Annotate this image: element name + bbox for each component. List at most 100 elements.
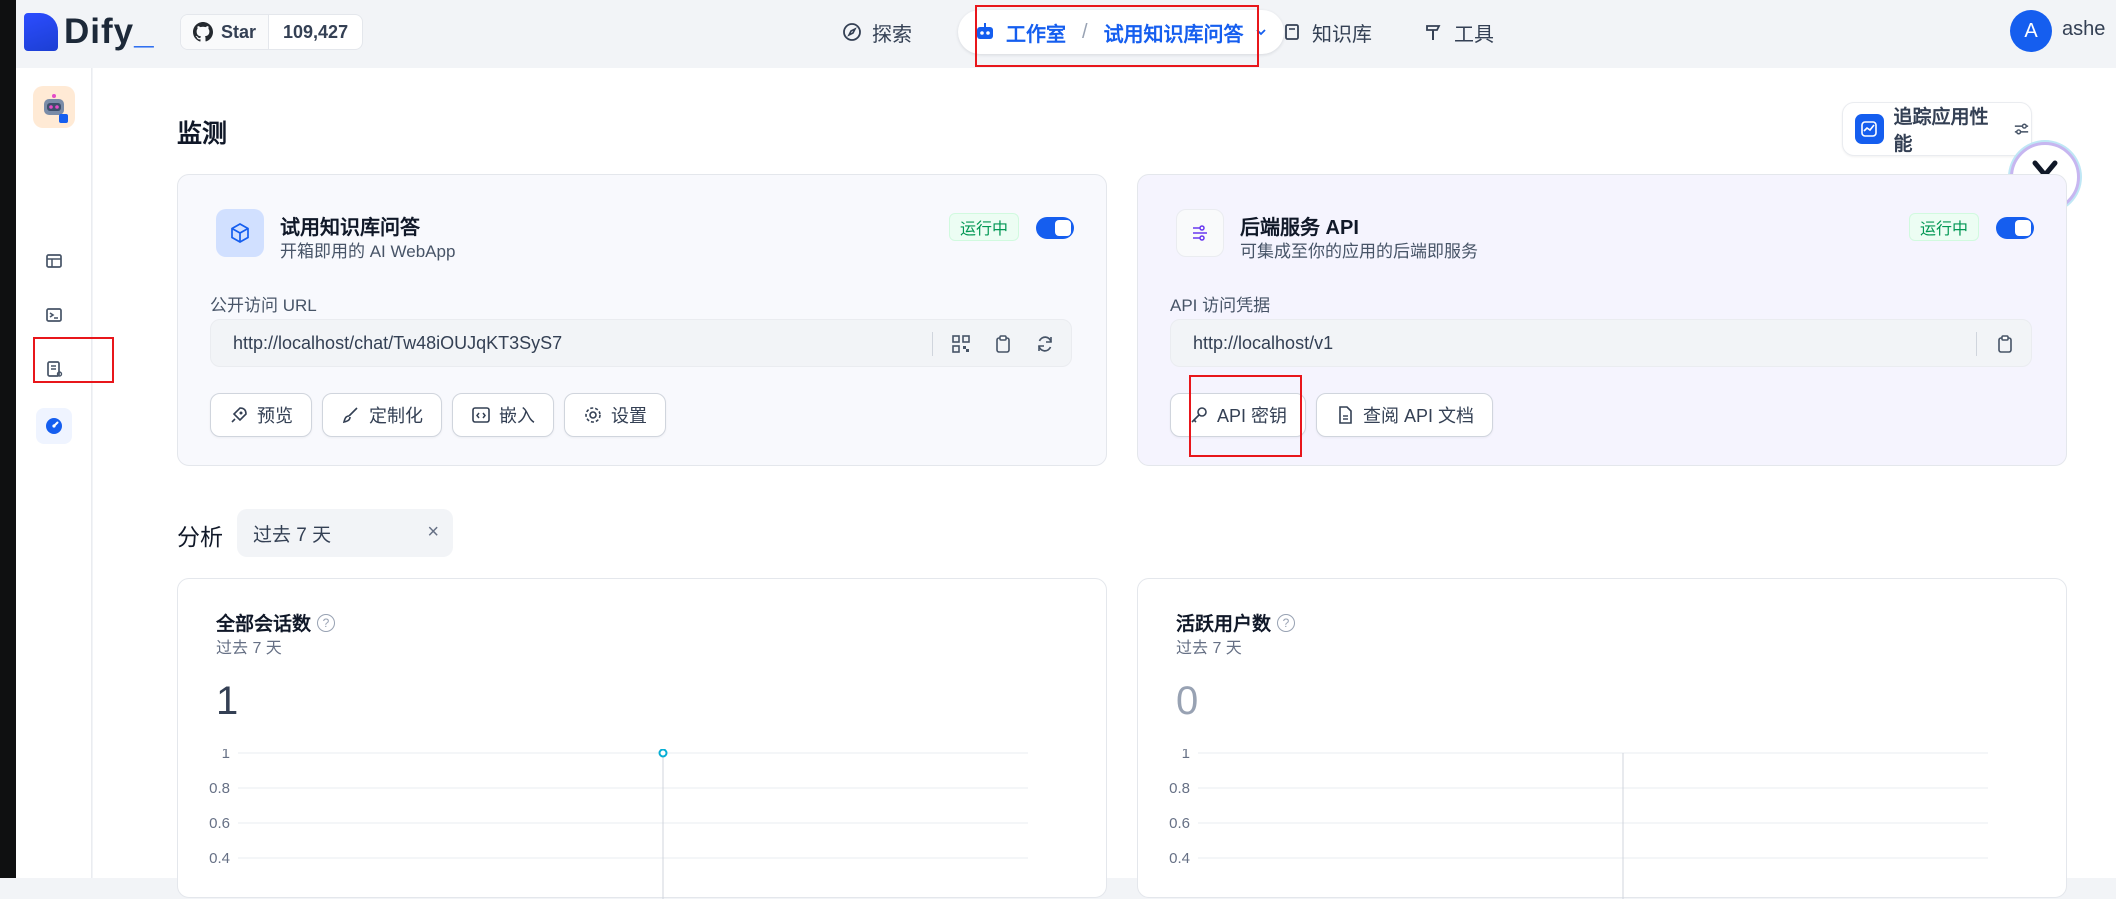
- copy-icon[interactable]: [991, 332, 1015, 356]
- rocket-icon: [231, 407, 247, 423]
- annotation-box-studio: [975, 5, 1259, 67]
- data-point[interactable]: [658, 749, 668, 758]
- logo-underscore: _: [134, 12, 155, 51]
- settings-button[interactable]: 设置: [564, 393, 666, 437]
- brush-icon: [342, 407, 358, 424]
- chart-title: 活跃用户数: [1176, 614, 1272, 635]
- refresh-icon[interactable]: [1033, 332, 1057, 356]
- trace-icon: [1855, 114, 1884, 144]
- chart-total: 0: [1176, 679, 1199, 723]
- github-star-label: Star: [221, 21, 257, 42]
- sidebar-item-api[interactable]: [36, 297, 72, 333]
- analysis-title: 分析: [177, 524, 223, 550]
- api-docs-label: 查阅 API 文档: [1363, 406, 1475, 426]
- dify-logo-mark: [24, 13, 58, 51]
- nav-tools-label: 工具: [1454, 23, 1494, 46]
- gear-icon: [585, 407, 601, 423]
- y-tick-label: 0.8: [1169, 780, 1190, 797]
- api-title: 后端服务 API: [1240, 217, 1359, 239]
- chart-subtitle: 过去 7 天: [216, 640, 282, 657]
- sidebar-item-monitor[interactable]: [36, 408, 72, 444]
- clear-icon[interactable]: ×: [427, 521, 439, 544]
- y-tick-label: 0.4: [1169, 850, 1190, 867]
- webapp-card: 试用知识库问答 开箱即用的 AI WebApp 运行中 公开访问 URL htt…: [177, 174, 1107, 466]
- compass-icon: [843, 23, 861, 41]
- trace-button-label: 追踪应用性能: [1893, 107, 1989, 155]
- code-window-icon: [472, 407, 490, 423]
- webapp-actions: 预览 定制化 嵌入 设置: [210, 393, 666, 437]
- copy-icon[interactable]: [1993, 332, 2017, 356]
- api-docs-button[interactable]: 查阅 API 文档: [1316, 393, 1494, 437]
- api-credentials-label: API 访问凭据: [1170, 296, 1271, 315]
- nav-knowledge[interactable]: 知识库: [1282, 14, 1372, 50]
- api-flow-icon: [1176, 209, 1224, 257]
- layout-icon: [46, 254, 62, 268]
- webapp-url-label: 公开访问 URL: [210, 296, 317, 315]
- nav-tools[interactable]: 工具: [1424, 14, 1494, 50]
- nav-explore-label: 探索: [872, 23, 912, 46]
- sidebar-item-orchestrate[interactable]: [36, 243, 72, 279]
- chart-total: 1: [216, 679, 239, 723]
- terminal-icon: [46, 308, 62, 322]
- cube-icon: [216, 209, 264, 257]
- y-tick-label: 0.4: [209, 850, 230, 867]
- webapp-url-value: http://localhost/chat/Tw48iOUJqKT3SyS7: [233, 332, 563, 353]
- help-icon[interactable]: ?: [317, 613, 336, 632]
- active-users-chart: 1 0.8 0.6 0.4: [1169, 749, 1988, 899]
- window-edge: [0, 0, 16, 878]
- dify-logo[interactable]: Dify_: [24, 12, 155, 52]
- embed-button[interactable]: 嵌入: [452, 393, 554, 437]
- y-tick-label: 1: [1182, 749, 1190, 762]
- field-divider: [932, 332, 933, 356]
- api-description: 可集成至你的应用的后端即服务: [1240, 242, 1478, 261]
- hammer-icon: [1426, 25, 1441, 40]
- github-star-widget[interactable]: Star 109,427: [180, 14, 364, 50]
- y-tick-label: 0.6: [1169, 815, 1190, 832]
- chart-title: 全部会话数: [216, 614, 312, 635]
- robot-app-icon: [44, 94, 68, 123]
- conversations-chart: 1 0.8 0.6 0.4: [209, 749, 1028, 899]
- customize-label: 定制化: [369, 406, 423, 426]
- annotation-box-api-key: [1189, 375, 1302, 457]
- y-tick-label: 1: [222, 749, 230, 762]
- preview-label: 预览: [257, 406, 293, 426]
- y-tick-label: 0.8: [209, 780, 230, 797]
- period-value: 过去 7 天: [253, 524, 332, 546]
- qrcode-icon[interactable]: [949, 332, 973, 356]
- active-users-card: 活跃用户数 ? 过去 7 天 0 1 0.8 0.6 0.4: [1137, 578, 2067, 899]
- embed-label: 嵌入: [499, 406, 535, 426]
- api-url-field: http://localhost/v1: [1170, 319, 2032, 367]
- user-name[interactable]: ashe: [2062, 18, 2105, 41]
- period-select[interactable]: 过去 7 天 ×: [237, 509, 453, 557]
- settings-sliders-icon[interactable]: [2012, 119, 2031, 139]
- trace-app-performance-button[interactable]: 追踪应用性能: [1842, 102, 2032, 156]
- webapp-url-field: http://localhost/chat/Tw48iOUJqKT3SyS7: [210, 319, 1072, 367]
- app-sidebar: [16, 68, 92, 878]
- document-icon: [1339, 406, 1352, 424]
- api-url-value: http://localhost/v1: [1193, 332, 1334, 353]
- webapp-status-badge: 运行中: [949, 213, 1020, 241]
- api-enable-toggle[interactable]: [1996, 217, 2034, 239]
- user-avatar[interactable]: A: [2010, 10, 2052, 52]
- field-divider: [1976, 332, 1977, 356]
- github-icon: [193, 22, 213, 42]
- page-title: 监测: [177, 120, 228, 148]
- y-tick-label: 0.6: [209, 815, 230, 832]
- annotation-box-monitor: [33, 337, 114, 383]
- total-conversations-card: 全部会话数 ? 过去 7 天 1 1 0.8 0.6 0.4: [177, 578, 1107, 899]
- preview-button[interactable]: 预览: [210, 393, 312, 437]
- github-star-count: 109,427: [283, 21, 349, 42]
- webapp-enable-toggle[interactable]: [1036, 217, 1074, 239]
- api-status-badge: 运行中: [1909, 213, 1980, 241]
- webapp-title: 试用知识库问答: [280, 217, 420, 239]
- nav-knowledge-label: 知识库: [1312, 23, 1372, 46]
- settings-label: 设置: [611, 406, 647, 426]
- chart-subtitle: 过去 7 天: [1176, 640, 1242, 657]
- app-icon[interactable]: [33, 86, 75, 128]
- logo-text: Dify: [64, 12, 135, 51]
- github-star-button[interactable]: Star: [181, 15, 270, 49]
- help-icon[interactable]: ?: [1277, 613, 1296, 632]
- dashboard-icon: [46, 418, 62, 434]
- customize-button[interactable]: 定制化: [322, 393, 442, 437]
- nav-explore[interactable]: 探索: [842, 14, 912, 50]
